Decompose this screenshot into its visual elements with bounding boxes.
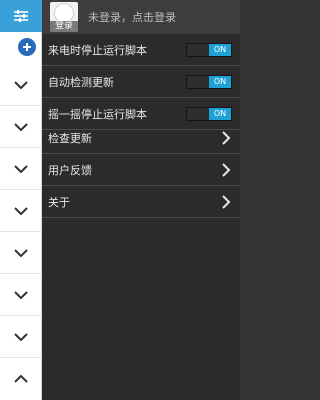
settings-drawer: 登录 未登录，点击登录 来电时停止运行脚本 ON 自动检测更新 ON 摇一摇停止… [42, 0, 240, 400]
chevron-right-icon [220, 194, 232, 210]
login-prompt[interactable]: 未登录，点击登录 [88, 9, 176, 25]
toggle-switch[interactable]: ON [186, 74, 232, 89]
setting-label: 来电时停止运行脚本 [48, 43, 147, 57]
toggle-state: ON [209, 75, 231, 88]
plus-icon [23, 43, 31, 51]
menu-check-update[interactable]: 检查更新 [42, 122, 240, 154]
list-item-expand[interactable] [0, 190, 42, 232]
list-item-expand[interactable] [0, 232, 42, 274]
avatar-icon [54, 3, 74, 23]
setting-auto-update: 自动检测更新 ON [42, 66, 240, 98]
sliders-icon [14, 10, 28, 22]
menu-label: 用户反馈 [48, 163, 92, 177]
chevron-down-icon [14, 332, 28, 341]
add-script-button[interactable] [18, 38, 36, 56]
chevron-down-icon [14, 248, 28, 257]
menu-label: 检查更新 [48, 131, 92, 145]
list-item-expand[interactable] [0, 274, 42, 316]
setting-label: 自动检测更新 [48, 75, 114, 89]
chevron-down-icon [14, 290, 28, 299]
toggle-switch[interactable]: ON [186, 106, 232, 121]
chevron-down-icon [14, 206, 28, 215]
login-header[interactable]: 登录 未登录，点击登录 [42, 0, 240, 34]
setting-stop-on-call: 来电时停止运行脚本 ON [42, 34, 240, 66]
list-item-collapse[interactable] [0, 358, 42, 400]
chevron-right-icon [220, 162, 232, 178]
menu-label: 关于 [48, 195, 70, 209]
toggle-state: ON [209, 43, 231, 56]
chevron-up-icon [14, 375, 28, 383]
chevron-down-icon [14, 80, 28, 89]
main-list-panel [0, 0, 42, 400]
list-item-expand[interactable] [0, 64, 42, 106]
list-item-expand[interactable] [0, 106, 42, 148]
chevron-right-icon [220, 130, 232, 146]
avatar[interactable]: 登录 [50, 2, 78, 32]
list-item-expand[interactable] [0, 316, 42, 358]
list-item-expand[interactable] [0, 148, 42, 190]
chevron-down-icon [14, 164, 28, 173]
menu-about[interactable]: 关于 [42, 186, 240, 218]
setting-label: 摇一摇停止运行脚本 [48, 107, 147, 121]
toggle-switch[interactable]: ON [186, 42, 232, 57]
avatar-label: 登录 [50, 21, 78, 32]
settings-menu-button[interactable] [0, 0, 42, 32]
chevron-down-icon [14, 122, 28, 131]
toggle-state: ON [209, 107, 231, 120]
menu-feedback[interactable]: 用户反馈 [42, 154, 240, 186]
